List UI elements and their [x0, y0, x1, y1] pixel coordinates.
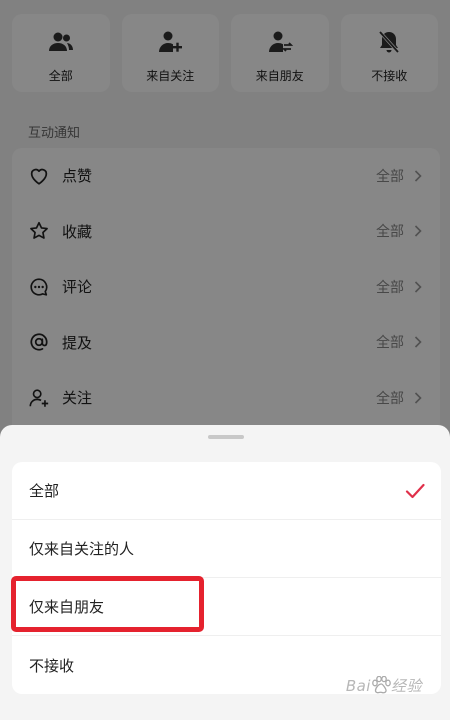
- option-all[interactable]: 全部: [12, 462, 441, 520]
- option-label: 仅来自关注的人: [29, 540, 135, 558]
- paw-logo-icon: [372, 676, 391, 694]
- option-label: 不接收: [29, 656, 75, 675]
- watermark: Bai 经验: [345, 676, 422, 695]
- option-label: 全部: [29, 482, 60, 500]
- sheet-drag-handle[interactable]: [208, 435, 244, 439]
- highlight-box: [11, 576, 204, 632]
- checkmark-icon: [405, 483, 425, 498]
- option-following-only[interactable]: 仅来自关注的人: [12, 520, 441, 578]
